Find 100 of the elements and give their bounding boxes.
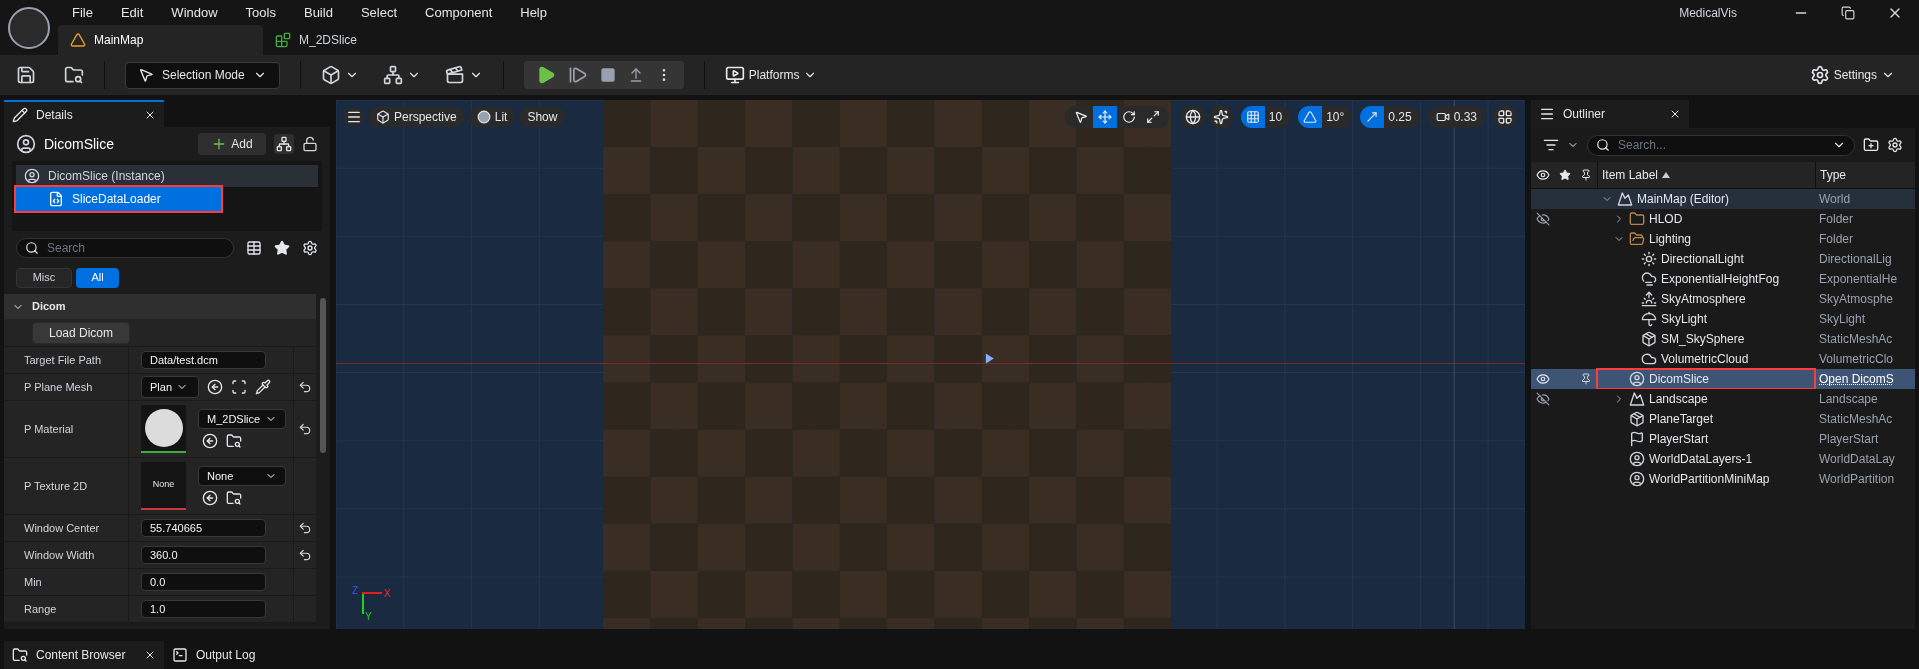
angle-icon — [1303, 110, 1318, 124]
item-label: HLOD — [1649, 211, 1683, 228]
mountain-icon — [1629, 391, 1645, 407]
filter-button[interactable]: All — [76, 267, 119, 288]
outliner-row[interactable]: DicomSlice Open DicomS — [1531, 369, 1915, 389]
fog-icon — [1641, 271, 1657, 287]
use-selected-icon[interactable] — [202, 490, 218, 506]
pin-icon[interactable] — [1580, 373, 1592, 385]
value-field[interactable]: 0.0 — [141, 573, 266, 591]
item-label: ExponentialHeightFog — [1661, 271, 1780, 288]
reset-icon[interactable] — [298, 422, 312, 436]
menu-item[interactable]: Help — [506, 2, 561, 23]
mesh-dropdown[interactable]: Plan — [141, 376, 199, 398]
search-field[interactable]: Search... — [1587, 134, 1855, 156]
browse-folder-icon[interactable] — [226, 433, 242, 449]
scrollbar-thumb[interactable] — [320, 298, 326, 453]
property-label: Window Center — [24, 520, 100, 536]
restore-icon[interactable] — [1841, 5, 1855, 20]
menu-item[interactable]: Component — [411, 2, 507, 23]
step-icon[interactable] — [567, 65, 588, 85]
filter-button[interactable]: Misc — [16, 267, 72, 288]
menu-item[interactable]: Edit — [106, 2, 158, 23]
sun-icon — [1641, 251, 1657, 267]
type-link[interactable]: Open DicomS — [1819, 372, 1894, 386]
show-button[interactable]: Show — [519, 107, 566, 127]
list-icon — [1539, 106, 1555, 122]
add-folder-icon[interactable] — [1863, 137, 1879, 153]
engine-logo[interactable] — [8, 6, 50, 49]
snap-toggle[interactable] — [1298, 106, 1323, 128]
document-tab[interactable]: MainMap — [58, 25, 263, 55]
bottom-tab[interactable]: Content Browser — [4, 641, 164, 669]
menu-item[interactable]: Select — [346, 2, 412, 23]
value-field[interactable]: 360.0 — [141, 546, 266, 564]
perspective-button[interactable]: Perspective — [368, 107, 465, 127]
reset-icon[interactable] — [298, 521, 312, 535]
value-field[interactable]: Data/test.dcm — [141, 351, 266, 369]
hidden-eye-icon[interactable] — [1536, 212, 1550, 226]
reset-icon[interactable] — [298, 548, 312, 562]
menu-item[interactable]: Tools — [231, 2, 290, 23]
value-field[interactable]: 1.0 — [141, 600, 266, 618]
snap-toggle[interactable] — [1360, 106, 1385, 128]
reset-icon[interactable] — [298, 380, 312, 394]
stop-icon[interactable] — [599, 67, 616, 83]
scale-icon — [1145, 110, 1160, 124]
item-type: VolumetricClo — [1819, 352, 1894, 366]
cube-icon — [1629, 411, 1645, 427]
document-tab[interactable]: M_2DSlice — [263, 25, 468, 55]
asset-dropdown[interactable]: None — [198, 466, 286, 486]
menu-item[interactable]: Build — [289, 2, 347, 23]
tool-button[interactable] — [1092, 106, 1117, 128]
add-cube-icon[interactable] — [320, 65, 341, 85]
section-header[interactable]: Dicom — [4, 294, 316, 319]
filter-icon[interactable] — [1543, 137, 1559, 153]
menu-item[interactable]: Window — [157, 2, 232, 23]
mountain-icon — [1617, 191, 1633, 207]
clapperboard-icon[interactable] — [444, 65, 465, 85]
hierarchy-icon[interactable] — [274, 134, 294, 154]
terminal-icon — [172, 647, 188, 663]
bottom-tab[interactable]: Output Log — [164, 641, 324, 669]
outliner-tab[interactable]: Outliner — [1531, 100, 1689, 128]
sphere-icon — [476, 110, 491, 124]
mode-dropdown[interactable]: Selection Mode — [125, 61, 280, 89]
platforms-button[interactable]: Platforms — [724, 65, 818, 85]
camera-speed-button[interactable]: 0.33 — [1427, 106, 1485, 128]
tree-row[interactable]: SliceDataLoader — [16, 187, 221, 211]
folder-search-icon[interactable] — [64, 65, 84, 85]
sort-arrow-icon — [1662, 171, 1671, 179]
star-icon[interactable] — [274, 240, 290, 256]
search-field[interactable]: Search — [16, 238, 234, 258]
settings-button[interactable]: Settings — [1809, 65, 1895, 85]
cloud-icon — [1641, 351, 1657, 367]
menu-item[interactable]: File — [58, 2, 107, 23]
close-icon[interactable] — [144, 649, 156, 661]
settings-icon[interactable] — [1887, 137, 1903, 153]
load-dicom-button[interactable]: Load Dicom — [32, 321, 131, 344]
property-label: Window Width — [24, 547, 95, 563]
column-header[interactable]: Type — [1815, 162, 1915, 188]
column-header[interactable]: Item Label — [1597, 162, 1815, 188]
asset-dropdown[interactable]: M_2DSlice — [198, 409, 286, 429]
browse-folder-icon[interactable] — [226, 490, 242, 506]
tree-row[interactable]: DicomSlice (Instance) — [16, 165, 318, 187]
add-button[interactable]: Add — [198, 133, 266, 155]
actor-icon — [24, 168, 40, 184]
settings-icon[interactable] — [302, 240, 318, 256]
close-icon[interactable] — [1669, 108, 1681, 120]
hidden-eye-icon[interactable] — [1536, 392, 1550, 406]
browse-icon[interactable] — [231, 379, 247, 395]
table-icon[interactable] — [246, 240, 262, 256]
eye-icon[interactable] — [1536, 372, 1550, 386]
asset-thumbnail[interactable]: None — [141, 462, 186, 510]
property-label: P Texture 2D — [24, 478, 88, 494]
use-selected-icon[interactable] — [202, 433, 218, 449]
details-tab[interactable]: Details — [4, 100, 164, 127]
lock-icon[interactable] — [302, 136, 318, 152]
value-field[interactable]: 55.740665 — [141, 519, 266, 537]
pipette-icon[interactable] — [255, 379, 271, 395]
asset-thumbnail[interactable] — [141, 405, 186, 453]
outliner-row[interactable]: MainMap (Editor) World — [1531, 189, 1915, 209]
save-icon[interactable] — [16, 65, 36, 85]
use-selected-icon[interactable] — [207, 379, 223, 395]
